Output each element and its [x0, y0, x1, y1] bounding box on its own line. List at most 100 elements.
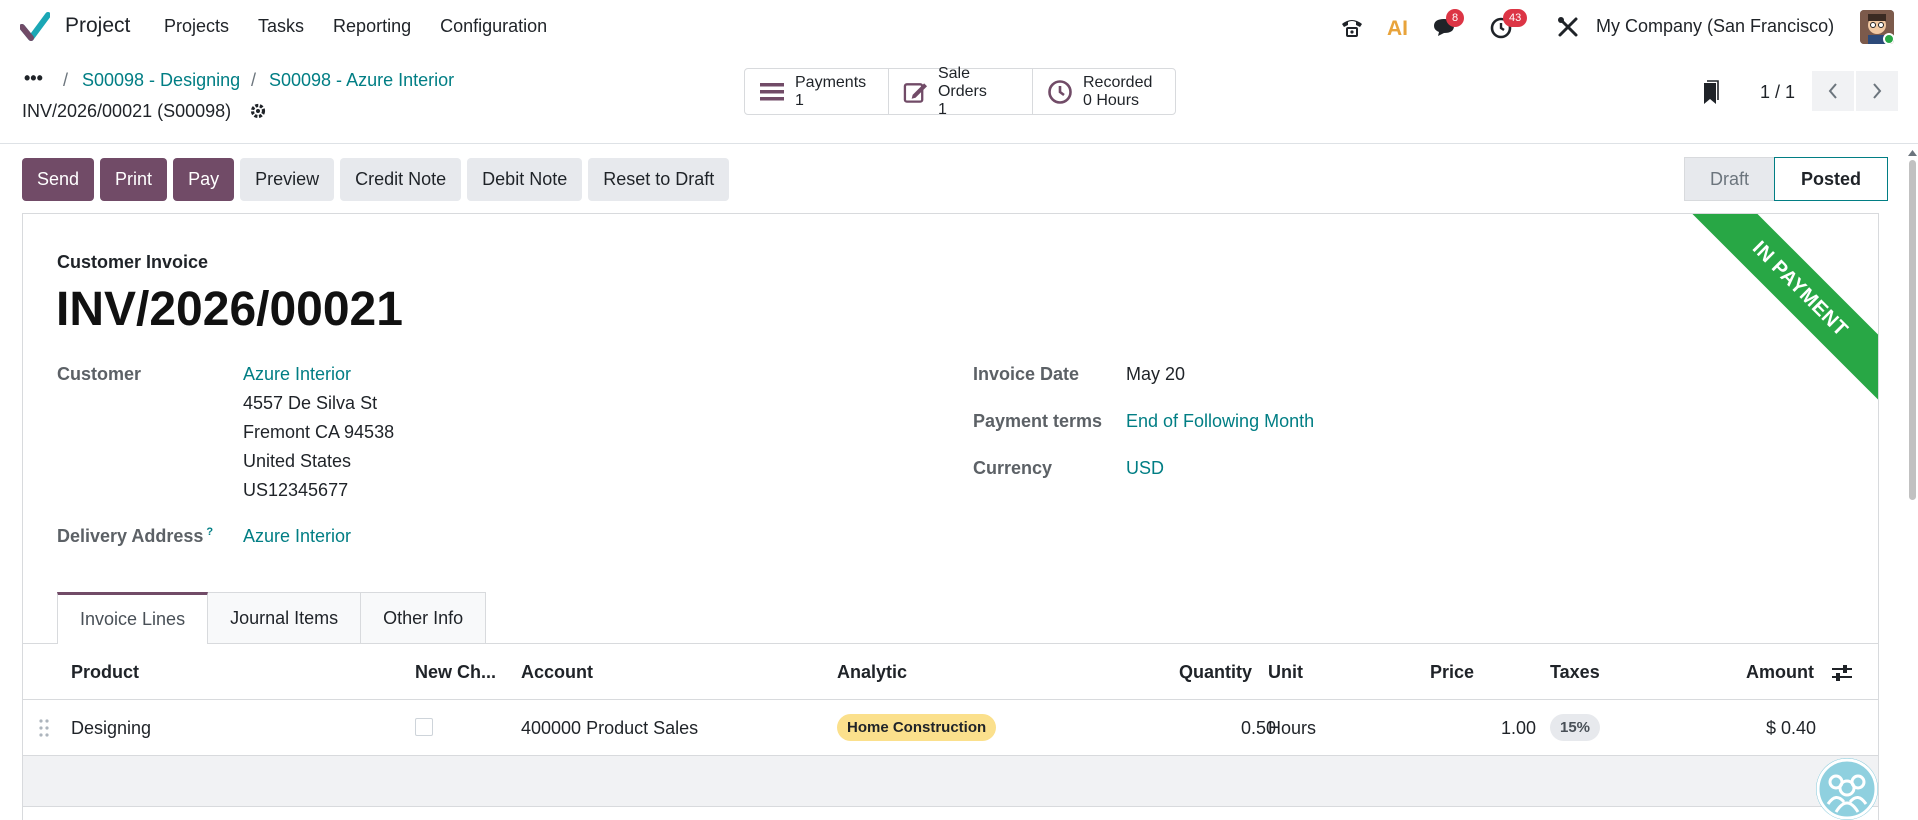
- table-row[interactable]: Designing 400000 Product Sales Home Cons…: [23, 700, 1878, 756]
- clock-icon: [1048, 79, 1072, 104]
- user-avatar[interactable]: [1860, 10, 1894, 44]
- new-ch-checkbox[interactable]: [415, 718, 433, 736]
- customer-address-line: 4557 De Silva St: [243, 393, 378, 413]
- invoice-number: INV/2026/00021: [56, 283, 403, 336]
- debit-note-button[interactable]: Debit Note: [467, 158, 583, 201]
- tab-invoice-lines[interactable]: Invoice Lines: [57, 592, 209, 644]
- bookmark-icon[interactable]: [1700, 80, 1720, 106]
- main-menu: Projects Tasks Reporting Configuration: [164, 16, 576, 37]
- currency-label: Currency: [973, 458, 1053, 478]
- scroll-up-icon[interactable]: [1908, 150, 1917, 156]
- column-quantity[interactable]: Quantity: [1179, 662, 1252, 683]
- page-scrollbar[interactable]: [1906, 150, 1918, 820]
- invoice-lines-header: Product New Ch... Account Analytic Quant…: [23, 644, 1878, 700]
- menu-projects[interactable]: Projects: [164, 16, 229, 37]
- payments-smart-button[interactable]: Payments 1: [745, 69, 889, 114]
- breadcrumb-sale-order-azure[interactable]: S00098 - Azure Interior: [269, 70, 454, 91]
- status-bar: Draft Posted: [1684, 157, 1888, 201]
- column-unit[interactable]: Unit: [1268, 662, 1303, 683]
- menu-reporting[interactable]: Reporting: [333, 16, 411, 37]
- phone-icon[interactable]: [1336, 10, 1368, 44]
- recorded-hours-smart-button[interactable]: Recorded 0 Hours: [1033, 69, 1175, 114]
- chevron-left-icon: [1828, 83, 1837, 99]
- line-product[interactable]: Designing: [71, 718, 151, 739]
- top-navbar: Project Projects Tasks Reporting Configu…: [0, 0, 1918, 54]
- messages-count-badge: 8: [1446, 9, 1465, 27]
- column-amount[interactable]: Amount: [1746, 662, 1814, 683]
- customer-address-line: United States: [243, 451, 352, 471]
- optional-columns-icon[interactable]: [1831, 663, 1853, 683]
- delivery-address-field[interactable]: Azure Interior: [243, 526, 351, 547]
- invoice-sheet: IN PAYMENT Customer Invoice INV/2026/000…: [22, 213, 1879, 820]
- messages-icon[interactable]: 8: [1428, 9, 1465, 44]
- line-amount: $ 0.40: [1766, 718, 1817, 738]
- form-action-buttons: Send Print Pay Preview Credit Note Debit…: [22, 158, 735, 201]
- menu-configuration[interactable]: Configuration: [440, 16, 547, 37]
- ai-icon[interactable]: AI: [1382, 10, 1414, 44]
- payment-terms-field[interactable]: End of Following Month: [1126, 411, 1314, 432]
- payments-count: 1: [795, 91, 804, 109]
- notebook-tabs: Invoice Lines Journal Items Other Info: [57, 592, 487, 644]
- print-button[interactable]: Print: [100, 158, 168, 201]
- help-icon[interactable]: ?: [206, 526, 213, 538]
- activities-icon[interactable]: 43: [1486, 9, 1528, 44]
- pager-previous-button[interactable]: [1812, 71, 1854, 111]
- edit-icon: [903, 82, 928, 103]
- reset-to-draft-button[interactable]: Reset to Draft: [588, 158, 730, 201]
- currency-field[interactable]: USD: [1126, 458, 1164, 479]
- list-icon: [760, 82, 784, 100]
- customer-vat: US12345677: [243, 480, 349, 500]
- column-account[interactable]: Account: [521, 662, 593, 683]
- menu-tasks[interactable]: Tasks: [258, 16, 304, 37]
- status-posted[interactable]: Posted: [1774, 157, 1888, 201]
- column-taxes[interactable]: Taxes: [1550, 662, 1600, 683]
- send-button[interactable]: Send: [22, 158, 95, 201]
- column-analytic[interactable]: Analytic: [837, 662, 907, 683]
- invoice-date-field[interactable]: May 20: [1126, 364, 1185, 385]
- pay-button[interactable]: Pay: [173, 158, 235, 201]
- sale-orders-smart-button[interactable]: Sale Orders 1: [889, 65, 1033, 118]
- add-line-row[interactable]: [23, 756, 1878, 807]
- pager-value[interactable]: 1 / 1: [1760, 82, 1795, 103]
- ribbon-text: IN PAYMENT: [1748, 236, 1853, 341]
- line-price[interactable]: 1.00: [1501, 718, 1536, 739]
- project-app-icon[interactable]: [20, 12, 50, 42]
- tab-journal-items[interactable]: Journal Items: [207, 592, 362, 644]
- livechat-button[interactable]: [1816, 758, 1878, 820]
- activities-count-badge: 43: [1503, 9, 1528, 27]
- in-payment-ribbon: IN PAYMENT: [1677, 214, 1878, 412]
- analytic-tag[interactable]: Home Construction: [837, 714, 997, 741]
- customer-label: Customer: [57, 364, 142, 384]
- status-draft[interactable]: Draft: [1684, 157, 1774, 201]
- app-name[interactable]: Project: [65, 14, 130, 38]
- svg-text:AI: AI: [1387, 17, 1408, 39]
- control-panel: ••• / S00098 - Designing / S00098 - Azur…: [0, 54, 1918, 144]
- credit-note-button[interactable]: Credit Note: [340, 158, 462, 201]
- invoice-type: Customer Invoice: [57, 252, 209, 272]
- line-unit[interactable]: Hours: [1268, 718, 1316, 739]
- chevron-right-icon: [1873, 83, 1882, 99]
- sale-orders-label: Sale Orders: [937, 64, 987, 100]
- payments-label: Payments: [795, 73, 867, 91]
- scroll-thumb[interactable]: [1909, 160, 1916, 500]
- breadcrumb-sale-order-designing[interactable]: S00098 - Designing: [82, 70, 240, 91]
- column-new-ch[interactable]: New Ch...: [415, 662, 496, 683]
- breadcrumb-separator: /: [251, 70, 257, 90]
- tab-other-info[interactable]: Other Info: [360, 592, 487, 644]
- pager-next-button[interactable]: [1856, 71, 1898, 111]
- sale-orders-count: 1: [937, 100, 947, 118]
- column-product[interactable]: Product: [71, 662, 139, 683]
- tools-icon[interactable]: [1552, 10, 1584, 44]
- breadcrumb-more-button[interactable]: •••: [24, 68, 43, 89]
- column-price[interactable]: Price: [1430, 662, 1474, 683]
- drag-handle-icon[interactable]: [39, 719, 49, 737]
- line-account[interactable]: 400000 Product Sales: [521, 718, 698, 739]
- recorded-value: 0 Hours: [1083, 91, 1140, 109]
- tax-tag[interactable]: 15%: [1550, 714, 1601, 741]
- preview-button[interactable]: Preview: [240, 158, 335, 201]
- smart-buttons: Payments 1 Sale Orders 1 Recorded 0 Hours: [744, 65, 1176, 118]
- customer-address-line: Fremont CA 94538: [243, 422, 395, 442]
- gear-icon[interactable]: [249, 102, 267, 120]
- customer-field[interactable]: Azure Interior: [243, 364, 351, 385]
- company-switcher[interactable]: My Company (San Francisco): [1596, 16, 1834, 37]
